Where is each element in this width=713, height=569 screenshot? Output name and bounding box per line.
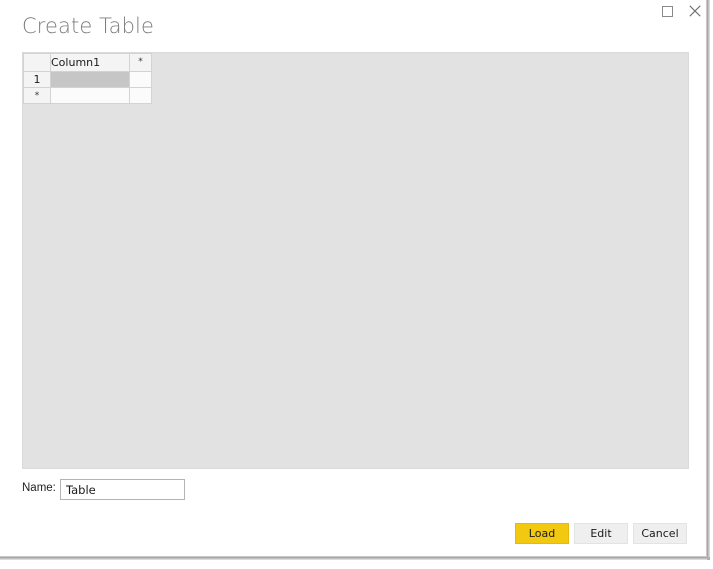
maximize-button[interactable]	[652, 0, 682, 22]
window-shadow-bottom	[0, 557, 710, 560]
maximize-icon	[661, 5, 673, 17]
table-row[interactable]: *	[23, 87, 152, 104]
close-button[interactable]	[680, 0, 710, 22]
name-input[interactable]	[60, 479, 185, 500]
table-editor-panel: Column1 * 1 *	[22, 52, 689, 469]
grid-cell-newrow-newcolumn[interactable]	[129, 87, 152, 104]
window-shadow-right	[707, 0, 710, 560]
table-header-row: Column1 *	[23, 53, 152, 72]
data-grid[interactable]: Column1 * 1 *	[23, 53, 152, 104]
page-title: Create Table	[22, 14, 154, 38]
dialog-window: Create Table Column1 * 1 * Name: Table L…	[0, 0, 707, 557]
window-shadow-corner	[707, 557, 710, 560]
column-header-column1[interactable]: Column1	[50, 53, 130, 72]
load-button[interactable]: Load	[515, 523, 569, 544]
row-header-new-row[interactable]: *	[23, 87, 51, 104]
row-header-1[interactable]: 1	[23, 71, 51, 88]
grid-cell-newrow-column1[interactable]	[50, 87, 130, 104]
cancel-button[interactable]: Cancel	[633, 523, 687, 544]
grid-select-all-corner[interactable]	[23, 53, 51, 72]
name-label: Name:	[22, 482, 56, 494]
table-row[interactable]: 1	[23, 71, 152, 88]
close-icon	[689, 5, 701, 17]
create-table-dialog-screen: Create Table Column1 * 1 * Name: Table L…	[0, 0, 713, 569]
grid-cell-row1-column1[interactable]	[50, 71, 130, 88]
edit-button[interactable]: Edit	[574, 523, 628, 544]
column-header-add-column[interactable]: *	[129, 53, 152, 72]
grid-cell-row1-newcolumn[interactable]	[129, 71, 152, 88]
